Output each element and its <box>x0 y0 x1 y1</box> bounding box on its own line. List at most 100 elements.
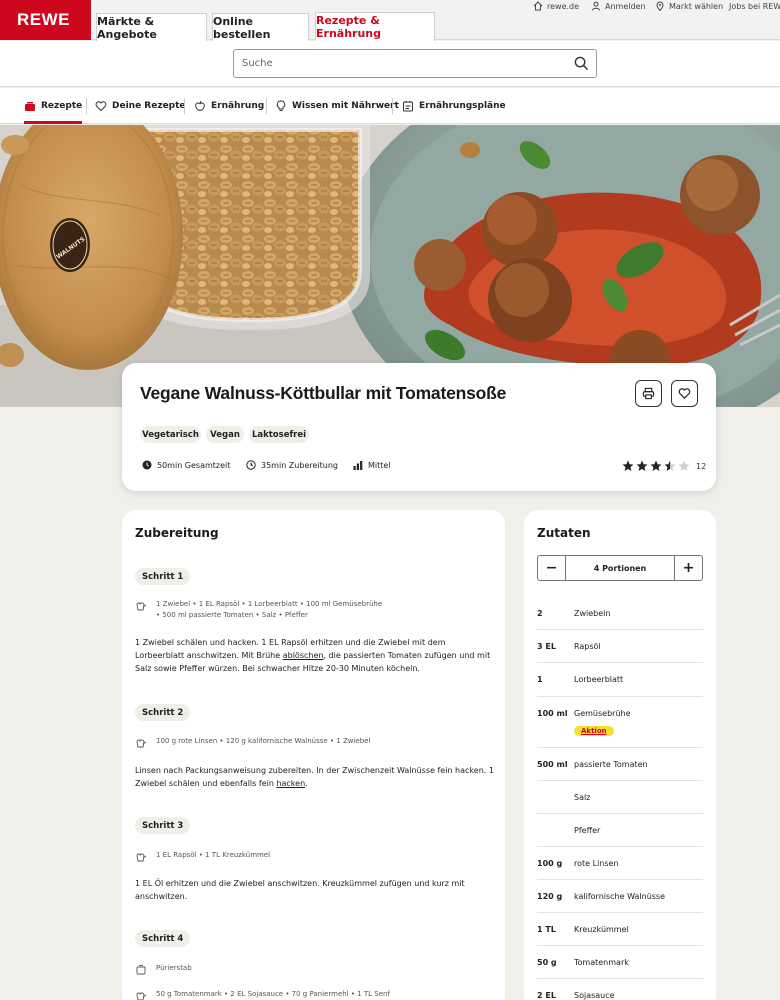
rating-stars[interactable]: 12 <box>622 460 706 472</box>
ingredient-qty: 2 EL <box>537 991 556 1000</box>
ingredient-name: rote Linsen <box>574 859 619 868</box>
ingredients-icon <box>136 602 147 611</box>
difficulty-bars-icon <box>353 461 363 470</box>
star-full-icon <box>650 460 662 471</box>
ingredient-qty: 120 g <box>537 892 563 901</box>
clock-icon <box>142 460 152 470</box>
util-markt-waehlen-label: Markt wählen <box>669 1 724 11</box>
subnav-divider <box>184 98 185 114</box>
tag-vegetarisch[interactable]: Vegetarisch <box>140 426 201 443</box>
step-4-ingredients-line-1: 50 g Tomatenmark • 2 EL Sojasauce • 70 g… <box>156 990 390 998</box>
prep-time-label: 35min Zubereitung <box>261 460 338 470</box>
apple-icon <box>195 100 205 111</box>
portion-stepper: − 4 Portionen + <box>537 555 703 581</box>
tab-maerkte-angebote[interactable]: Märkte & Angebote <box>96 13 207 41</box>
rating-count: 12 <box>696 461 707 471</box>
rewe-logo[interactable]: REWE <box>0 0 91 40</box>
increase-portions-button[interactable]: + <box>674 556 702 580</box>
total-time-label: 50min Gesamtzeit <box>157 460 231 470</box>
step-2-label: Schritt 2 <box>135 704 191 721</box>
star-empty-icon <box>678 460 690 471</box>
search-input[interactable] <box>234 50 554 77</box>
top-header: REWE Märkte & Angebote Online bestellen … <box>0 0 780 41</box>
step-3-ingredients: 1 EL Rapsöl • 1 TL Kreuzkümmel <box>135 850 271 862</box>
search-icon[interactable] <box>574 56 589 71</box>
ingredient-row: 50 g Tomatenmark <box>537 946 703 979</box>
recipe-title-card: Vegane Walnuss-Köttbullar mit Tomatensoß… <box>122 363 716 491</box>
search-box <box>233 49 597 78</box>
step-2-ingredients-line-1: 100 g rote Linsen • 120 g kalifornische … <box>156 737 371 745</box>
ingredient-row: 100 ml Gemüsebrühe Aktion <box>537 697 703 748</box>
util-anmelden[interactable]: Anmelden <box>591 0 646 12</box>
favorite-button[interactable] <box>671 380 698 407</box>
subnav-deine-rezepte[interactable]: Deine Rezepte <box>95 88 186 123</box>
tab-online-bestellen[interactable]: Online bestellen <box>212 13 309 41</box>
ingredient-name: Gemüsebrühe <box>574 709 631 718</box>
step-3-ingredients-line-1: 1 EL Rapsöl • 1 TL Kreuzkümmel <box>156 851 271 859</box>
heart-icon <box>678 388 691 399</box>
subnav-ernaehrung-label: Ernährung <box>211 100 265 111</box>
search-bar <box>0 41 780 87</box>
ingredient-name: kalifornische Walnüsse <box>574 892 666 901</box>
ingredient-name: Sojasauce <box>574 991 615 1000</box>
ingredient-name: Tomatenmark <box>574 958 629 967</box>
ingredient-row: Pfeffer <box>537 814 703 847</box>
ingredients-heading: Zutaten <box>537 526 591 540</box>
heart-icon <box>95 100 107 111</box>
difficulty-label: Mittel <box>368 460 391 470</box>
ingredient-qty: 1 TL <box>537 925 556 934</box>
decrease-portions-button[interactable]: − <box>538 556 566 580</box>
ingredient-row: 120 g kalifornische Walnüsse <box>537 880 703 913</box>
tab-rezepte-ernaehrung[interactable]: Rezepte & Ernährung <box>315 12 435 41</box>
cooking-pot-icon <box>25 101 35 111</box>
util-jobs[interactable]: Jobs bei REWE <box>729 0 780 12</box>
aktion-badge[interactable]: Aktion <box>574 726 614 736</box>
step-4-label: Schritt 4 <box>135 930 191 947</box>
ingredient-qty: 100 ml <box>537 709 568 718</box>
ingredient-row: 1 Lorbeerblatt <box>537 663 703 697</box>
star-full-icon <box>622 460 634 471</box>
tag-laktosefrei[interactable]: Laktosefrei <box>249 426 309 443</box>
print-button[interactable] <box>635 380 662 407</box>
util-rewe-de[interactable]: rewe.de <box>533 0 579 12</box>
star-full-icon <box>636 460 648 471</box>
difficulty: Mittel <box>353 460 391 470</box>
subnav-ernaehrungsplaene[interactable]: Ernährungspläne <box>402 88 506 123</box>
home-icon <box>533 1 543 11</box>
location-pin-icon <box>656 1 664 11</box>
subnav-wissen[interactable]: Wissen mit Nährwert <box>275 88 399 123</box>
ingredients-icon <box>136 853 147 862</box>
subnav-deine-rezepte-label: Deine Rezepte <box>112 100 186 111</box>
ingredient-row: 100 g rote Linsen <box>537 847 703 880</box>
step-4-tool: Pürierstab <box>135 963 192 975</box>
ingredient-qty: 50 g <box>537 958 557 967</box>
total-time: 50min Gesamtzeit <box>142 460 230 470</box>
subnav-wissen-label: Wissen mit Nährwert <box>292 100 399 111</box>
step-1-ingredients: 1 Zwiebel • 1 EL Rapsöl • 1 Lorbeerblatt… <box>135 599 382 621</box>
ingredient-name: Lorbeerblatt <box>574 675 624 684</box>
ingredient-row: 2 Zwiebeln <box>537 597 703 630</box>
ingredients-icon <box>136 992 147 1000</box>
ingredient-name: Pfeffer <box>574 826 601 835</box>
util-jobs-label: Jobs bei REWE <box>729 1 780 11</box>
step-1-ingredients-line-1: 1 Zwiebel • 1 EL Rapsöl • 1 Lorbeerblatt… <box>156 600 383 608</box>
clock-outline-icon <box>246 460 256 470</box>
ingredient-qty: 1 <box>537 675 543 684</box>
step-2-ingredients: 100 g rote Linsen • 120 g kalifornische … <box>135 736 371 748</box>
step-2-text: Linsen nach Packungsanweisung zubereiten… <box>135 764 495 790</box>
ingredient-name: Kreuzkümmel <box>574 925 629 934</box>
kitchen-tool-icon <box>136 965 146 975</box>
subnav-ernaehrung[interactable]: Ernährung <box>194 88 264 123</box>
ingredient-name: passierte Tomaten <box>574 760 648 769</box>
tag-vegan[interactable]: Vegan <box>206 426 244 443</box>
step-3-text: 1 EL Öl erhitzen und die Zwiebel anschwi… <box>135 879 465 901</box>
subnav-rezepte[interactable]: Rezepte <box>24 88 83 124</box>
glossary-link-hacken[interactable]: hacken <box>276 779 305 788</box>
subnav-divider <box>266 98 267 114</box>
ingredient-row: 1 TL Kreuzkümmel <box>537 913 703 946</box>
step-4-ingredients: 50 g Tomatenmark • 2 EL Sojasauce • 70 g… <box>135 989 390 1000</box>
util-markt-waehlen[interactable]: Markt wählen <box>655 0 723 12</box>
glossary-link-abloeschen[interactable]: ablöschen <box>283 651 324 660</box>
lightbulb-icon <box>276 100 286 111</box>
ingredient-name: Salz <box>574 793 591 802</box>
